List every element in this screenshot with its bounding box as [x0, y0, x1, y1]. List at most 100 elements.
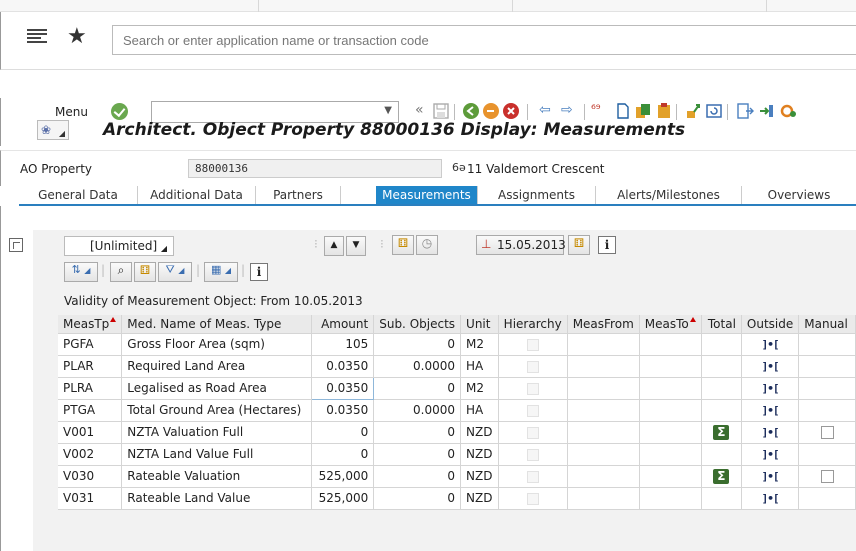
tab-overviews[interactable]: Overviews [742, 186, 856, 204]
cell-meastp[interactable]: PGFA [58, 333, 123, 356]
table-row[interactable]: V001 NZTA Valuation Full 0 0 NZD Σ]•[ [58, 421, 856, 444]
cell-meastp[interactable]: PLAR [58, 355, 123, 378]
cell-measto[interactable] [639, 465, 702, 488]
hierarchy-checkbox[interactable] [526, 492, 539, 505]
tab-assignments[interactable]: Assignments [478, 186, 596, 204]
search-input[interactable] [112, 25, 856, 55]
cell-total[interactable] [701, 377, 742, 400]
cell-hierarchy[interactable] [498, 377, 568, 400]
cell-amount[interactable]: 0 [311, 443, 375, 466]
cell-outside[interactable]: ]•[ [741, 399, 800, 422]
col-measto[interactable]: MeasTo [639, 315, 702, 334]
cell-name[interactable]: Required Land Area [121, 355, 312, 378]
date-button[interactable]: ⊥ 15.05.2013 [476, 235, 566, 255]
cell-measfrom[interactable] [567, 487, 640, 510]
cell-outside[interactable]: ]•[ [741, 443, 800, 466]
bracket-measure-icon[interactable]: ]•[ [762, 404, 780, 417]
find-icon[interactable]: ⌕ [110, 262, 132, 282]
object-menu-button[interactable]: ❀ ◢ [37, 120, 69, 140]
col-total[interactable]: Total [701, 315, 742, 334]
cell-measfrom[interactable] [567, 333, 640, 356]
col-amount[interactable]: Amount [311, 315, 375, 334]
star-icon[interactable]: ★ [67, 24, 87, 49]
multi-select-icon[interactable]: ⚅ [392, 235, 414, 255]
col-meastp[interactable]: MeasTp [58, 315, 123, 334]
cell-amount[interactable]: 0.0350 [310, 376, 375, 400]
scroll-down-button[interactable]: ▼ [346, 236, 366, 256]
cell-measfrom[interactable] [567, 443, 640, 466]
tab-additional-data[interactable]: Additional Data [138, 186, 256, 204]
tab-general-data[interactable]: General Data [19, 186, 138, 204]
sort-button[interactable]: ⇅ ◢ [64, 262, 98, 282]
cell-sub-objects[interactable]: 0 [373, 487, 462, 510]
layout-toggle-icon[interactable] [9, 238, 23, 252]
sigma-icon[interactable]: Σ [713, 468, 730, 484]
cell-amount[interactable]: 525,000 [311, 487, 375, 510]
cell-total[interactable] [701, 355, 742, 378]
cell-manual[interactable] [798, 487, 856, 510]
manual-checkbox[interactable] [820, 426, 834, 439]
table-row[interactable]: V031 Rateable Land Value 525,000 0 NZD ]•[ [58, 487, 856, 510]
cell-amount[interactable]: 0.0350 [311, 355, 375, 378]
cell-manual[interactable] [798, 355, 856, 378]
cell-meastp[interactable]: V002 [58, 443, 123, 466]
hierarchy-checkbox[interactable] [526, 360, 539, 373]
cell-sub-objects[interactable]: 0 [373, 421, 462, 444]
cell-manual[interactable] [798, 421, 856, 444]
cell-unit[interactable]: NZD [460, 465, 499, 488]
table-row[interactable]: PLRA Legalised as Road Area 0.0350 0 M2]•[ [58, 376, 856, 400]
glasses-icon[interactable]: 6ә [452, 161, 466, 174]
col-sub-objects[interactable]: Sub. Objects [373, 315, 462, 334]
cell-name[interactable]: Rateable Land Value [121, 487, 312, 510]
bracket-measure-icon[interactable]: ]•[ [762, 492, 780, 505]
cell-hierarchy[interactable] [498, 421, 568, 444]
cell-meastp[interactable]: PLRA [58, 377, 123, 400]
cell-sub-objects[interactable]: 0.0000 [373, 355, 462, 378]
table-row[interactable]: V030 Rateable Valuation 525,000 0 NZD Σ]•[ [58, 465, 856, 488]
cell-amount[interactable]: 0.0350 [311, 399, 375, 422]
cell-measto[interactable] [639, 355, 702, 378]
cell-measto[interactable] [639, 377, 702, 400]
cell-meastp[interactable]: V031 [58, 487, 123, 510]
cell-meastp[interactable]: V001 [58, 421, 123, 444]
cell-hierarchy[interactable] [498, 355, 568, 378]
cell-total[interactable]: Σ [701, 465, 742, 488]
cell-unit[interactable]: NZD [460, 487, 499, 510]
cell-total[interactable] [701, 399, 742, 422]
cell-meastp[interactable]: PTGA [58, 399, 123, 422]
cell-measfrom[interactable] [567, 421, 640, 444]
col-manual[interactable]: Manual [798, 315, 856, 334]
col-hierarchy[interactable]: Hierarchy [498, 315, 568, 334]
layout-button[interactable]: ▦ ◢ [204, 262, 238, 282]
cell-measfrom[interactable] [567, 377, 640, 400]
hierarchy-checkbox[interactable] [526, 382, 539, 395]
cell-manual[interactable] [798, 399, 856, 422]
col-outside[interactable]: Outside [741, 315, 800, 334]
cell-measto[interactable] [639, 487, 702, 510]
bracket-measure-icon[interactable]: ]•[ [762, 470, 780, 483]
cell-hierarchy[interactable] [498, 399, 568, 422]
cell-sub-objects[interactable]: 0 [373, 333, 462, 356]
ao-property-field[interactable]: 88000136 [188, 159, 442, 178]
cell-manual[interactable] [798, 333, 856, 356]
cell-manual[interactable] [798, 377, 856, 400]
cell-outside[interactable]: ]•[ [741, 465, 800, 488]
bracket-measure-icon[interactable]: ]•[ [762, 448, 780, 461]
cell-name[interactable]: Rateable Valuation [121, 465, 312, 488]
cell-outside[interactable]: ]•[ [741, 377, 800, 400]
table-row[interactable]: PGFA Gross Floor Area (sqm) 105 0 M2]•[ [58, 333, 856, 356]
hierarchy-checkbox[interactable] [526, 448, 539, 461]
cell-unit[interactable]: M2 [460, 377, 499, 400]
filter-button[interactable]: ⛛ ◢ [158, 262, 192, 282]
tab-partners[interactable]: Partners [256, 186, 341, 204]
cell-name[interactable]: Legalised as Road Area [121, 377, 312, 400]
col-unit[interactable]: Unit [460, 315, 499, 334]
scroll-up-button[interactable]: ▲ [324, 236, 344, 256]
cell-amount[interactable]: 525,000 [311, 465, 375, 488]
cell-amount[interactable]: 105 [311, 333, 375, 356]
table-row[interactable]: PTGA Total Ground Area (Hectares) 0.0350 0.… [58, 399, 856, 422]
cell-unit[interactable]: NZD [460, 421, 499, 444]
col-name[interactable]: Med. Name of Meas. Type [121, 315, 312, 334]
info-icon[interactable]: i [598, 236, 616, 254]
bracket-measure-icon[interactable]: ]•[ [762, 426, 780, 439]
